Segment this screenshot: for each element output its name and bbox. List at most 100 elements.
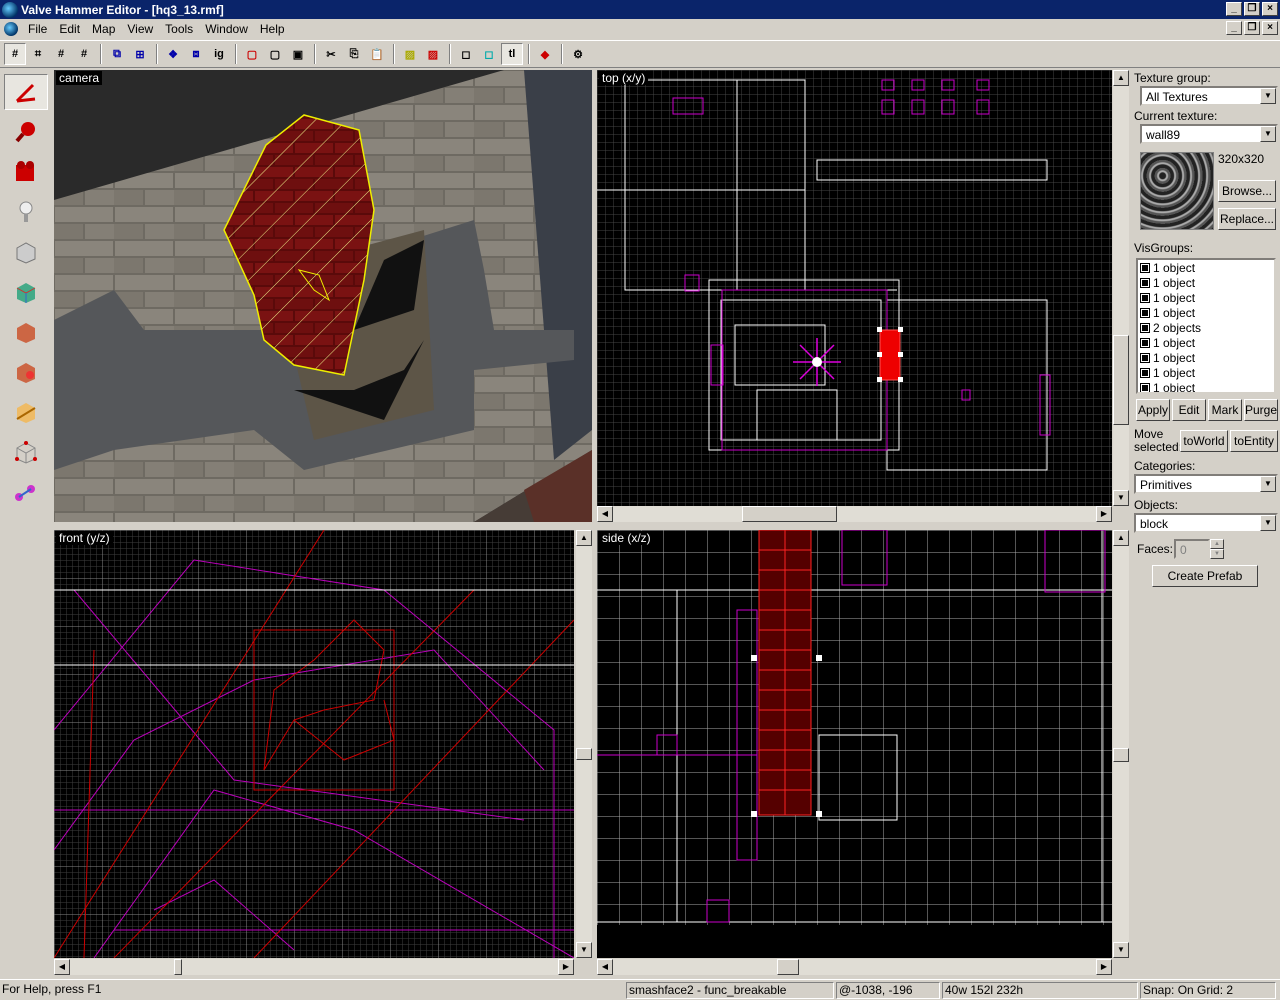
texture-group-select[interactable]: All Textures ▼ bbox=[1140, 86, 1278, 106]
visgroup-item[interactable]: 1 object bbox=[1138, 260, 1274, 275]
title-bar[interactable]: Valve Hammer Editor - [hq3_13.rmf] _ ❐ × bbox=[0, 0, 1280, 19]
checkbox-icon[interactable] bbox=[1140, 292, 1150, 303]
objects-select[interactable]: block ▼ bbox=[1134, 513, 1278, 533]
hide-unselected-icon[interactable]: ▢ bbox=[264, 43, 286, 65]
scroll-thumb[interactable] bbox=[576, 748, 592, 760]
document-icon[interactable] bbox=[4, 21, 18, 36]
checkbox-icon[interactable] bbox=[1140, 322, 1150, 333]
categories-select[interactable]: Primitives ▼ bbox=[1134, 474, 1278, 494]
copy-icon[interactable]: ⎘ bbox=[343, 43, 365, 65]
path-tool[interactable] bbox=[4, 474, 48, 510]
visgroup-item[interactable]: 1 object bbox=[1138, 350, 1274, 365]
scroll-thumb[interactable] bbox=[1113, 748, 1129, 762]
run-map-icon[interactable]: ◆ bbox=[534, 43, 556, 65]
visgroup-item[interactable]: 1 object bbox=[1138, 335, 1274, 350]
magnify-tool[interactable] bbox=[4, 114, 48, 150]
visgroup-item[interactable]: 1 object bbox=[1138, 305, 1274, 320]
dropdown-arrow-icon[interactable]: ▼ bbox=[1260, 476, 1276, 492]
top-horizontal-scrollbar[interactable]: ◀ ▶ bbox=[597, 506, 1112, 522]
menu-view[interactable]: View bbox=[121, 22, 159, 36]
scroll-thumb[interactable] bbox=[742, 506, 837, 522]
scroll-down-arrow[interactable]: ▼ bbox=[576, 942, 592, 958]
scroll-right-arrow[interactable]: ▶ bbox=[1096, 959, 1112, 975]
to-entity-button[interactable]: toEntity bbox=[1230, 430, 1278, 452]
scroll-left-arrow[interactable]: ◀ bbox=[54, 959, 70, 975]
side-viewport[interactable]: side (x/z) bbox=[597, 530, 1112, 958]
scroll-down-arrow[interactable]: ▼ bbox=[1113, 490, 1129, 506]
dropdown-arrow-icon[interactable]: ▼ bbox=[1260, 126, 1276, 142]
scroll-left-arrow[interactable]: ◀ bbox=[597, 506, 613, 522]
load-window-state-icon[interactable]: ⧉ bbox=[106, 43, 128, 65]
entity-tool[interactable] bbox=[4, 194, 48, 230]
close-button[interactable]: × bbox=[1262, 2, 1278, 16]
scroll-thumb[interactable] bbox=[174, 959, 182, 975]
side-vertical-scrollbar[interactable]: ▲ ▼ bbox=[1112, 530, 1129, 958]
scroll-up-arrow[interactable]: ▲ bbox=[576, 530, 592, 546]
grid-larger-icon[interactable]: # bbox=[73, 43, 95, 65]
block-tool[interactable] bbox=[4, 234, 48, 270]
to-world-icon[interactable]: ◻ bbox=[455, 43, 477, 65]
visgroup-item[interactable]: 1 object bbox=[1138, 380, 1274, 392]
purge-button[interactable]: Purge bbox=[1244, 399, 1278, 421]
apply-button[interactable]: Apply bbox=[1136, 399, 1170, 421]
checkbox-icon[interactable] bbox=[1140, 337, 1150, 348]
vertex-tool[interactable] bbox=[4, 434, 48, 470]
to-world-button[interactable]: toWorld bbox=[1180, 430, 1228, 452]
create-prefab-button[interactable]: Create Prefab bbox=[1152, 565, 1258, 587]
menu-help[interactable]: Help bbox=[254, 22, 291, 36]
carve-icon[interactable]: ▨ bbox=[399, 43, 421, 65]
maximize-button[interactable]: ❐ bbox=[1244, 2, 1260, 16]
faces-spin-down-icon[interactable]: ▼ bbox=[1210, 549, 1224, 559]
paste-icon[interactable]: 📋 bbox=[366, 43, 388, 65]
front-vertical-scrollbar[interactable]: ▲ ▼ bbox=[575, 530, 592, 958]
dropdown-arrow-icon[interactable]: ▼ bbox=[1260, 515, 1276, 531]
visgroup-item[interactable]: 1 object bbox=[1138, 290, 1274, 305]
edit-button[interactable]: Edit bbox=[1172, 399, 1206, 421]
texture-application-tool[interactable] bbox=[4, 274, 48, 310]
hide-selected-icon[interactable]: ▢ bbox=[241, 43, 263, 65]
scroll-thumb[interactable] bbox=[1113, 335, 1129, 425]
side-horizontal-scrollbar[interactable]: ◀ ▶ bbox=[597, 959, 1112, 975]
grid-smaller-icon[interactable]: # bbox=[50, 43, 72, 65]
camera-viewport[interactable]: camera bbox=[54, 70, 592, 522]
cut-icon[interactable]: ✂ bbox=[320, 43, 342, 65]
scroll-right-arrow[interactable]: ▶ bbox=[1096, 506, 1112, 522]
selection-tool[interactable] bbox=[4, 74, 48, 110]
checkbox-icon[interactable] bbox=[1140, 307, 1150, 318]
checkbox-icon[interactable] bbox=[1140, 382, 1150, 392]
checkbox-icon[interactable] bbox=[1140, 277, 1150, 288]
visgroups-list[interactable]: 1 object 1 object 1 object 1 object 2 ob… bbox=[1136, 258, 1276, 394]
top-vertical-scrollbar[interactable]: ▲ ▼ bbox=[1112, 70, 1129, 506]
menu-file[interactable]: File bbox=[22, 22, 53, 36]
scroll-up-arrow[interactable]: ▲ bbox=[1113, 530, 1129, 546]
checkbox-icon[interactable] bbox=[1140, 262, 1150, 273]
front-viewport[interactable]: front (y/z) bbox=[54, 530, 574, 958]
mdi-minimize-button[interactable]: _ bbox=[1226, 21, 1242, 35]
scroll-right-arrow[interactable]: ▶ bbox=[558, 959, 574, 975]
ignore-group-icon[interactable]: ⧈ bbox=[185, 43, 207, 65]
mark-button[interactable]: Mark bbox=[1208, 399, 1242, 421]
ungroup-icon[interactable]: ❖ bbox=[162, 43, 184, 65]
faces-input[interactable]: 0 bbox=[1174, 539, 1210, 559]
visgroup-item[interactable]: 1 object bbox=[1138, 275, 1274, 290]
to-entity-icon[interactable]: ◻ bbox=[478, 43, 500, 65]
apply-current-texture-tool[interactable] bbox=[4, 314, 48, 350]
checkbox-icon[interactable] bbox=[1140, 352, 1150, 363]
clipping-tool[interactable] bbox=[4, 394, 48, 430]
make-hollow-icon[interactable]: ▨ bbox=[422, 43, 444, 65]
mdi-close-button[interactable]: × bbox=[1262, 21, 1278, 35]
faces-spin-up-icon[interactable]: ▲ bbox=[1210, 539, 1224, 549]
texture-lock-toggle-icon[interactable]: tl bbox=[501, 43, 523, 65]
menu-tools[interactable]: Tools bbox=[159, 22, 199, 36]
replace-button[interactable]: Replace... bbox=[1218, 208, 1276, 230]
menu-edit[interactable]: Edit bbox=[53, 22, 86, 36]
ignore-group-toggle[interactable]: ig bbox=[208, 43, 230, 65]
decal-tool[interactable] bbox=[4, 354, 48, 390]
front-horizontal-scrollbar[interactable]: ◀ ▶ bbox=[54, 959, 574, 975]
menu-window[interactable]: Window bbox=[199, 22, 254, 36]
dropdown-arrow-icon[interactable]: ▼ bbox=[1260, 88, 1276, 104]
browse-button[interactable]: Browse... bbox=[1218, 180, 1276, 202]
show-all-icon[interactable]: ▣ bbox=[287, 43, 309, 65]
grid-icon[interactable]: # bbox=[4, 43, 26, 65]
mdi-restore-button[interactable]: ❐ bbox=[1244, 21, 1260, 35]
